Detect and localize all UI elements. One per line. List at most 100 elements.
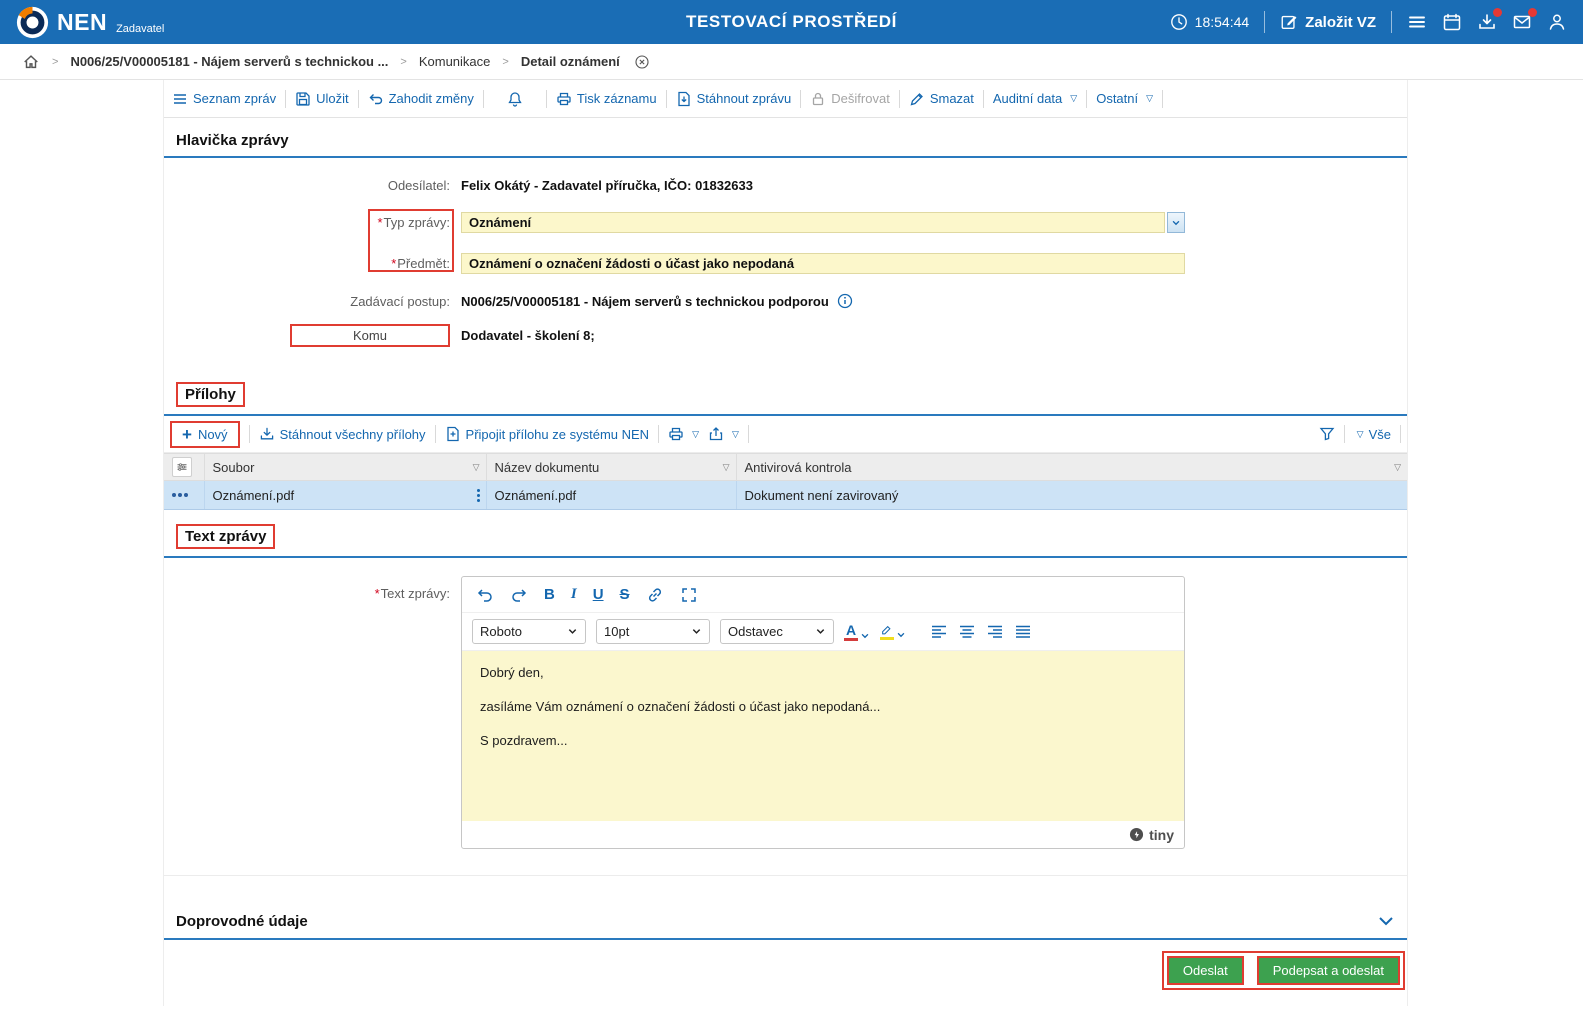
stahnout-vsechny-prilohy-button[interactable]: Stáhnout všechny přílohy [259,426,426,442]
pripojit-label: Připojit přílohu ze systému NEN [466,427,650,442]
calendar-button[interactable] [1442,12,1462,32]
column-filter-icon[interactable]: ▽ [723,462,730,473]
tisk-zaznamu-label: Tisk záznamu [577,91,657,106]
notifications-button[interactable] [493,91,537,107]
redo-button[interactable] [510,586,528,604]
home-button[interactable] [22,53,40,71]
font-size-select[interactable]: 10pt [596,619,710,644]
section-title: Hlavička zprávy [176,132,289,149]
table-row-selected[interactable]: Oznámení.pdf Oznámení.pdf Dokument není … [164,481,1407,510]
font-family-select[interactable]: Roboto [472,619,586,644]
novy-label: Nový [198,427,228,442]
smazat-label: Smazat [930,91,974,106]
stahnout-zpravu-button[interactable]: Stáhnout zprávu [676,91,792,107]
menu-button[interactable] [1407,12,1427,32]
message-header-form: Odesílatel: Felix Okátý - Zadavatel přír… [164,158,1407,368]
novy-button[interactable]: + Nový [170,421,240,448]
align-left-icon [930,623,948,641]
column-filter-icon[interactable]: ▽ [1394,462,1401,473]
top-header: NEN Zadavatel TESTOVACÍ PROSTŘEDÍ 18:54:… [0,0,1583,44]
auditni-data-menu[interactable]: Auditní data ▽ [993,91,1077,106]
breadcrumb-detail-oznameni[interactable]: Detail oznámení [521,54,620,69]
block-format-select[interactable]: Odstavec [720,619,834,644]
message-body-editable[interactable]: Dobrý den, zasíláme Vám oznámení o označ… [462,651,1184,821]
odeslat-button[interactable]: Odeslat [1169,958,1242,983]
zahodit-zmeny-button[interactable]: Zahodit změny [368,91,474,107]
underline-button[interactable]: U [593,586,604,603]
komu-button[interactable]: Komu [290,324,450,347]
undo-button[interactable] [476,586,494,604]
chevron-down-icon[interactable] [1377,912,1395,930]
section-hlavicka-zpravy: Hlavička zprávy Odesílatel: Felix Okátý … [164,118,1407,368]
close-tab-button[interactable] [634,54,650,70]
nen-logo[interactable]: NEN Zadavatel [16,6,164,39]
strikethrough-button[interactable]: S [620,586,630,603]
breadcrumb-procedure[interactable]: N006/25/V00005181 - Nájem serverů s tech… [70,54,388,69]
row-zadavaci-postup: Zadávací postup: N006/25/V00005181 - Náj… [164,284,1407,318]
person-icon [1547,12,1567,32]
annotation-box-podepsat: Podepsat a odeslat [1257,956,1400,985]
create-vz-button[interactable]: Založit VZ [1280,13,1376,31]
align-left-button[interactable] [930,623,948,641]
breadcrumb-separator: > [502,56,508,68]
info-button[interactable] [837,293,853,309]
align-justify-button[interactable] [1014,623,1032,641]
ulozit-button[interactable]: Uložit [295,91,349,107]
row-odesilatel: Odesílatel: Felix Okátý - Zadavatel přír… [164,168,1407,202]
breadcrumb-separator: > [400,56,406,68]
highlight-color-button[interactable] [880,623,906,640]
column-filter-icon[interactable]: ▽ [473,462,480,473]
column-header-soubor[interactable]: Soubor▽ [204,454,486,481]
lock-icon [810,91,826,107]
smazat-button[interactable]: Smazat [909,91,974,107]
typ-zpravy-field[interactable]: Oznámení [461,212,1165,233]
column-header-antivirova-kontrola[interactable]: Antivirová kontrola▽ [736,454,1407,481]
predmet-field[interactable]: Oznámení o označení žádosti o účast jako… [461,253,1185,274]
profile-button[interactable] [1547,12,1567,32]
seznam-zprav-button[interactable]: Seznam zpráv [172,91,276,107]
row-soubor-cell[interactable]: Oznámení.pdf [204,481,486,510]
row-handle-cell[interactable] [164,481,204,510]
downloads-button[interactable] [1477,12,1497,32]
vse-filter-menu[interactable]: ▽ Vše [1354,427,1391,442]
breadcrumb-komunikace[interactable]: Komunikace [419,54,491,69]
required-mark: * [391,256,396,271]
pripojit-prilohu-button[interactable]: Připojit přílohu ze systému NEN [445,426,650,442]
rich-text-editor: B I U S [461,576,1185,849]
align-right-button[interactable] [986,623,1004,641]
bold-button[interactable]: B [544,586,555,603]
link-button[interactable] [646,586,664,604]
align-center-button[interactable] [958,623,976,641]
messages-button[interactable] [1512,12,1532,32]
row-menu-button[interactable] [477,489,480,502]
odesilatel-value: Felix Okátý - Zadavatel příručka, IČO: 0… [461,178,753,193]
attachments-toolbar: + Nový Stáhnout všechny přílohy Připojit… [164,416,1407,453]
editor-row: *Text zprávy: B [164,558,1407,876]
chevron-down-icon [896,630,906,640]
table-header-row: Soubor▽ Název dokumentu▽ Antivirová kont… [164,454,1407,481]
text-color-button[interactable]: A [844,623,870,641]
italic-button[interactable]: I [571,586,577,603]
print-attachments-menu[interactable]: ▽ [668,426,699,442]
chevron-down-icon [815,626,826,637]
eraser-pen-icon [909,91,925,107]
typ-zpravy-dropdown-button[interactable] [1167,212,1185,233]
column-settings-header[interactable] [164,454,204,481]
auditni-data-label: Auditní data [993,91,1062,106]
desifrovat-button[interactable]: Dešifrovat [810,91,890,107]
row-antivir-cell[interactable]: Dokument není zavirovaný [736,481,1407,510]
print-icon [668,426,684,442]
ostatni-menu[interactable]: Ostatní ▽ [1096,91,1153,106]
row-nazev-cell[interactable]: Oznámení.pdf [486,481,736,510]
column-header-nazev-dokumentu[interactable]: Název dokumentu▽ [486,454,736,481]
message-line: Dobrý den, [480,665,1166,680]
record-dots-icon [172,493,198,497]
brand-name: NEN [57,6,107,39]
filter-button[interactable] [1319,426,1335,442]
tisk-zaznamu-button[interactable]: Tisk záznamu [556,91,657,107]
podepsat-a-odeslat-button[interactable]: Podepsat a odeslat [1259,958,1398,983]
export-attachments-menu[interactable]: ▽ [708,426,739,442]
doprovodne-udaje-header[interactable]: Doprovodné údaje [164,900,1407,940]
fullscreen-button[interactable] [680,586,698,604]
table-settings-icon [172,457,192,477]
